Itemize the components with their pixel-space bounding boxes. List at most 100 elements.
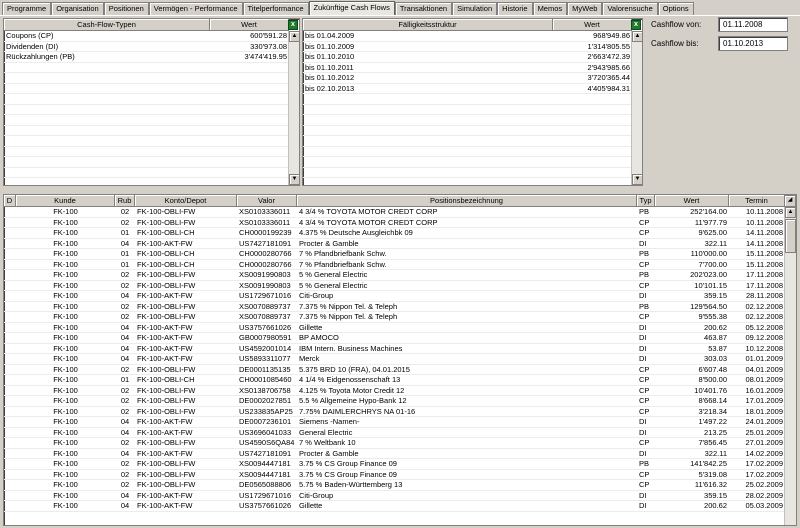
maturity-row[interactable]: bis 02.10.2013 4'405'984.31 <box>303 84 632 94</box>
table-row[interactable]: FK-100 02 FK-100-OBLI-FW XS0091990803 5 % Ge… <box>4 270 785 281</box>
maturity-row[interactable]: bis 01.10.2009 1'314'805.55 <box>303 42 632 52</box>
table-row[interactable]: FK-100 04 FK-100-AKT-FW US1729671016 Citi-Gr… <box>4 291 785 302</box>
table-row[interactable]: FK-100 02 FK-100-OBLI-FW DE0002027851 5.5 % … <box>4 396 785 407</box>
table-row[interactable]: FK-100 04 FK-100-AKT-FW GB0007980591 BP AMOC… <box>4 333 785 344</box>
cashflow-types-scrollbar[interactable]: ▲ ▼ <box>288 31 299 185</box>
scroll-up-button[interactable]: ▲ <box>632 31 642 42</box>
cashflow-type-row[interactable]: Coupons (CP) 600'591.28 <box>4 31 289 42</box>
column-header-wert[interactable]: Wert <box>655 195 729 206</box>
table-row[interactable]: FK-100 04 FK-100-AKT-FW US5893311077 Merck DI… <box>4 354 785 365</box>
column-header-typ[interactable]: Typ <box>637 195 655 206</box>
column-header-cashflow-type[interactable]: Cash-Flow-Typen <box>4 19 210 30</box>
date-cell: 28.02.2009 <box>745 490 783 500</box>
tab-options[interactable]: Options <box>657 2 694 15</box>
date-cell: 25.01.2009 <box>745 427 783 437</box>
type-cell: CP <box>639 375 650 384</box>
cashflow-type-row[interactable]: Dividenden (DI) 330'973.08 <box>4 42 289 52</box>
table-row[interactable]: FK-100 01 FK-100-OBLI-CH CH0000199239 4.375 … <box>4 228 785 239</box>
table-row[interactable]: FK-100 02 FK-100-OBLI-FW US233835AP25 7.75% … <box>4 407 785 417</box>
tab-historie[interactable]: Historie <box>497 2 533 15</box>
table-row[interactable]: FK-100 04 FK-100-AKT-FW US1729671016 Citi-Gr… <box>4 490 785 501</box>
rubric-cell: 02 <box>120 280 130 290</box>
table-row[interactable]: FK-100 04 FK-100-AKT-FW DE0007236101 Siemens… <box>4 417 785 428</box>
maturity-row[interactable]: bis 01.04.2009 968'949.86 <box>303 31 632 42</box>
flag-cell <box>4 449 16 459</box>
table-row[interactable]: FK-100 04 FK-100-AKT-FW US3696041033 General… <box>4 427 785 438</box>
customer-cell: FK-100 <box>53 343 78 353</box>
scrollbar-thumb[interactable] <box>785 219 796 253</box>
tab-positionen[interactable]: Positionen <box>103 2 149 15</box>
table-row[interactable]: FK-100 02 FK-100-OBLI-FW XS0138706758 4.125 … <box>4 385 785 396</box>
excel-export-icon[interactable]: x <box>288 20 298 30</box>
position-cell: 4.375 % Deutsche Ausgleichbk 09 <box>299 228 413 237</box>
table-row[interactable]: FK-100 02 FK-100-OBLI-FW XS0094447181 3.75 %… <box>4 469 785 480</box>
table-row[interactable]: FK-100 02 FK-100-OBLI-FW DE0565088806 5.75 %… <box>4 480 785 491</box>
tab-zuk-nftige-cash-flows[interactable]: Zukünftige Cash Flows <box>308 1 395 16</box>
maturity-structure-scrollbar[interactable]: ▲ ▼ <box>631 31 642 185</box>
cashflow-detail-scrollbar[interactable]: ▲ <box>784 207 796 525</box>
tab-simulation[interactable]: Simulation <box>452 2 498 15</box>
cashflow-to-input[interactable]: 01.10.2013 <box>718 36 788 51</box>
maturity-row[interactable]: bis 01.10.2010 2'663'472.39 <box>303 52 632 63</box>
table-row[interactable]: FK-100 02 FK-100-OBLI-FW XS0091990803 5 % Ge… <box>4 280 785 291</box>
table-row[interactable]: FK-100 04 FK-100-AKT-FW US7427181091 Procter… <box>4 239 785 249</box>
customer-cell: FK-100 <box>53 385 78 395</box>
column-header-value[interactable]: Wert <box>210 19 289 30</box>
table-row[interactable]: FK-100 02 FK-100-OBLI-FW XS0070889737 7.375 … <box>4 302 785 312</box>
maturity-row[interactable]: bis 01.10.2011 2'943'985.66 <box>303 63 632 73</box>
tab-valorensuche[interactable]: Valorensuche <box>602 2 658 15</box>
tab-transaktionen[interactable]: Transaktionen <box>394 2 453 15</box>
tab-titelperformance[interactable]: Titelperformance <box>242 2 309 15</box>
column-header-positionsbezeichnung[interactable]: Positionsbezeichnung <box>297 195 637 206</box>
table-row[interactable]: FK-100 01 FK-100-OBLI-CH CH0000280766 7 % Pf… <box>4 249 785 260</box>
rubric-cell: 02 <box>120 396 130 405</box>
account-cell: FK-100-OBLI-CH <box>137 228 195 237</box>
table-row[interactable]: FK-100 02 FK-100-OBLI-FW US4590S6QA84 7 % We… <box>4 438 785 449</box>
excel-export-icon[interactable]: x <box>631 20 641 30</box>
table-row[interactable]: FK-100 01 FK-100-OBLI-CH CH0001085460 4 1/4 … <box>4 375 785 386</box>
scroll-down-button[interactable]: ▼ <box>289 174 299 185</box>
table-row[interactable]: FK-100 04 FK-100-AKT-FW US7427181091 Procter… <box>4 449 785 459</box>
tab-verm-gen-performance[interactable]: Vermögen - Performance <box>148 2 243 15</box>
account-cell: FK-100-OBLI-FW <box>137 385 196 395</box>
value-cell: 359.15 <box>704 490 727 500</box>
table-row[interactable]: FK-100 02 FK-100-OBLI-FW XS0070889737 7.375 … <box>4 312 785 323</box>
column-header-d[interactable]: D <box>4 195 16 206</box>
customer-cell: FK-100 <box>53 459 78 468</box>
customer-cell: FK-100 <box>53 354 78 363</box>
position-cell: 3.75 % CS Group Finance 09 <box>299 469 397 479</box>
table-row[interactable]: FK-100 02 FK-100-OBLI-FW XS0094447181 3.75 %… <box>4 459 785 470</box>
empty-row <box>303 147 632 157</box>
table-row[interactable]: FK-100 01 FK-100-OBLI-CH CH0000280766 7 % Pf… <box>4 260 785 270</box>
tab-memos[interactable]: Memos <box>532 2 568 15</box>
scroll-up-button[interactable]: ▲ <box>785 207 796 218</box>
table-row[interactable]: FK-100 02 FK-100-OBLI-FW XS0103336011 4 3/4 … <box>4 207 785 218</box>
table-row[interactable]: FK-100 04 FK-100-AKT-FW US3757661026 Gillett… <box>4 501 785 512</box>
column-header-rub[interactable]: Rub <box>115 195 135 206</box>
column-header-termin[interactable]: Termin <box>729 195 785 206</box>
column-header-maturity[interactable]: Fälligkeitsstruktur <box>303 19 553 30</box>
pin-icon[interactable]: ◢ <box>784 195 796 207</box>
position-cell: 5 % General Electric <box>299 280 368 290</box>
cashflow-type-row[interactable]: Rückzahlungen (PB) 3'474'419.95 <box>4 52 289 63</box>
table-row[interactable]: FK-100 02 FK-100-OBLI-FW XS0103336011 4 3/4 … <box>4 218 785 228</box>
column-header-kunde[interactable]: Kunde <box>16 195 115 206</box>
table-row[interactable]: FK-100 02 FK-100-OBLI-FW DE0001135135 5.375 … <box>4 365 785 375</box>
value-cell: 200.62 <box>704 322 727 332</box>
valor-cell: US5893311077 <box>239 354 291 363</box>
tab-organisation[interactable]: Organisation <box>51 2 104 15</box>
cashflow-detail-rows: FK-100 02 FK-100-OBLI-FW XS0103336011 4 3/4 … <box>4 207 785 512</box>
table-row[interactable]: FK-100 04 FK-100-AKT-FW US4592001014 IBM Int… <box>4 343 785 354</box>
column-header-value[interactable]: Wert <box>553 19 632 30</box>
tab-programme[interactable]: Programme <box>2 2 52 15</box>
cashflow-from-input[interactable]: 01.11.2008 <box>718 17 788 32</box>
table-row[interactable]: FK-100 04 FK-100-AKT-FW US3757661026 Gillett… <box>4 322 785 333</box>
column-header-valor[interactable]: Valor <box>237 195 297 206</box>
column-header-konto-depot[interactable]: Konto/Depot <box>135 195 237 206</box>
rubric-cell: 04 <box>120 354 130 363</box>
maturity-row[interactable]: bis 01.10.2012 3'720'365.44 <box>303 73 632 84</box>
tab-myweb[interactable]: MyWeb <box>567 2 603 15</box>
scroll-down-button[interactable]: ▼ <box>632 174 642 185</box>
panel-splitter[interactable] <box>0 186 800 194</box>
scroll-up-button[interactable]: ▲ <box>289 31 299 42</box>
